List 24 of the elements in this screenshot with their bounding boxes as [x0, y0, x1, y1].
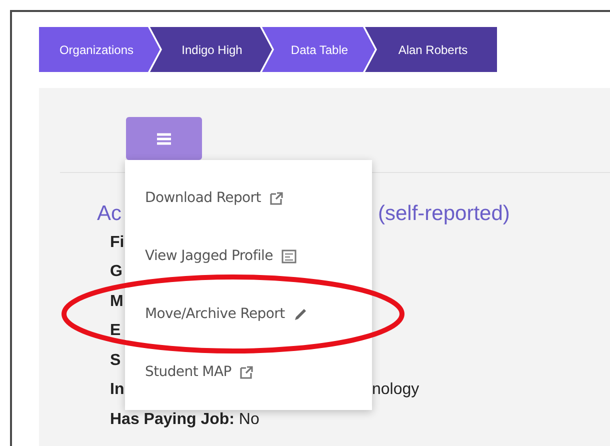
menu-item[interactable]: Student MAP [125, 343, 372, 401]
field-label: G [110, 263, 122, 282]
section-heading: (self-reported) [378, 202, 510, 226]
menu-item[interactable]: View Jagged Profile [125, 227, 372, 285]
document-icon [280, 248, 297, 264]
menu-button[interactable] [126, 117, 202, 160]
field-label: S [110, 352, 121, 370]
field-label: In [110, 381, 124, 400]
menu-item[interactable]: Download Report [125, 169, 372, 227]
breadcrumb-link[interactable]: Alan Roberts [365, 27, 497, 72]
menu-icon [157, 132, 171, 144]
menu-item[interactable]: Move/Archive Report [125, 285, 372, 343]
field-label: M [110, 292, 124, 311]
field-value: nology [372, 381, 420, 400]
section-heading: Ac [97, 202, 123, 226]
breadcrumb-link[interactable]: Indigo High [150, 27, 272, 72]
breadcrumb-link[interactable]: Organizations [39, 27, 160, 72]
external-link-icon [268, 190, 284, 206]
field-label: E [110, 322, 121, 340]
external-link-icon [239, 364, 254, 380]
field-label: Fi [110, 234, 124, 252]
pencil-icon [292, 306, 308, 322]
breadcrumb-link[interactable]: Data Table [262, 27, 375, 72]
field-text: Has Paying Job: No [110, 410, 260, 429]
